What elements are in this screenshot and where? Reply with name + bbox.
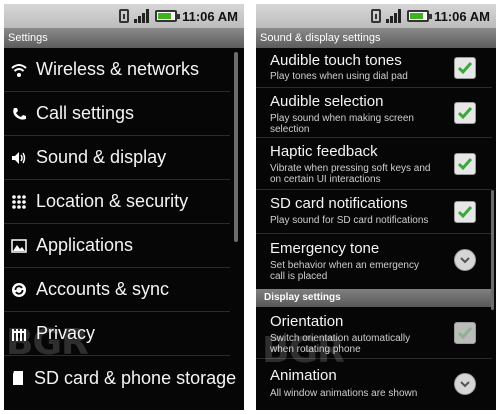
pref-sd-card-notifications[interactable]: SD card notifications Play sound for SD … — [256, 190, 492, 234]
pref-summary: Set behavior when an emergency call is p… — [270, 260, 419, 282]
watermark: BGR — [6, 322, 89, 363]
chevron-down-icon — [460, 257, 470, 264]
menu-label: SD card & phone storage — [34, 367, 237, 388]
battery-icon — [155, 10, 181, 22]
status-bar: 11:06 AM — [256, 4, 496, 28]
grid-icon — [10, 193, 28, 211]
menu-label: Wireless & networks — [36, 59, 200, 79]
page-title: Sound & display settings — [256, 28, 496, 48]
menu-label: Call settings — [36, 103, 135, 123]
menu-label: Accounts & sync — [36, 279, 170, 299]
pref-summary: Vibrate when pressing soft keys and on c… — [270, 163, 431, 185]
menu-item-applications[interactable]: Applications — [4, 224, 230, 268]
menu-label: Applications — [36, 235, 134, 255]
menu-item-wireless-networks[interactable]: Wireless & networks — [4, 48, 230, 92]
checkmark-icon — [457, 107, 473, 120]
pref-title: Haptic feedback — [270, 143, 378, 160]
checkmark-icon — [457, 206, 473, 219]
phone-icon — [10, 105, 28, 123]
sd-card-notifications-checkbox[interactable] — [454, 201, 476, 223]
applications-icon — [10, 237, 28, 255]
pref-summary: Play sound when making screen selection — [270, 113, 414, 135]
orientation-checkbox[interactable] — [454, 322, 476, 344]
status-time: 11:06 AM — [434, 8, 490, 24]
checkmark-icon — [457, 158, 473, 171]
pref-haptic-feedback[interactable]: Haptic feedback Vibrate when pressing so… — [256, 138, 492, 190]
sound-display-settings-screen: 11:06 AM Sound & display settings Audibl… — [256, 4, 496, 410]
animation-dropdown-button[interactable] — [454, 373, 476, 395]
watermark: BGR — [262, 330, 345, 371]
pref-title: SD card notifications — [270, 195, 408, 212]
menu-item-location-security[interactable]: Location & security — [4, 180, 230, 224]
speaker-icon — [10, 149, 28, 167]
page-title: Settings — [4, 28, 244, 48]
status-bar: 11:06 AM — [4, 4, 244, 28]
menu-item-call-settings[interactable]: Call settings — [4, 92, 230, 136]
pref-summary: Play tones when using dial pad — [270, 71, 408, 82]
pref-summary: All window animations are shown — [270, 388, 418, 399]
haptic-feedback-checkbox[interactable] — [454, 153, 476, 175]
pref-title: Audible touch tones — [270, 52, 402, 69]
menu-item-accounts-sync[interactable]: Accounts & sync — [4, 268, 230, 312]
chevron-down-icon — [460, 381, 470, 388]
checkmark-icon — [457, 62, 473, 75]
usb-icon — [371, 9, 382, 23]
emergency-tone-dropdown-button[interactable] — [454, 249, 476, 271]
pref-audible-selection[interactable]: Audible selection Play sound when making… — [256, 88, 492, 138]
menu-label: Sound & display — [36, 147, 167, 167]
pref-emergency-tone[interactable]: Emergency tone Set behavior when an emer… — [256, 234, 492, 289]
sd-card-icon — [10, 369, 26, 387]
menu-item-sound-display[interactable]: Sound & display — [4, 136, 230, 180]
scrollbar[interactable] — [234, 52, 238, 242]
audible-selection-checkbox[interactable] — [454, 102, 476, 124]
usb-icon — [119, 9, 130, 23]
pref-audible-touch-tones[interactable]: Audible touch tones Play tones when usin… — [256, 48, 492, 88]
battery-icon — [407, 10, 433, 22]
audible-touch-tones-checkbox[interactable] — [454, 57, 476, 79]
signal-icon — [134, 9, 150, 23]
menu-label: Location & security — [36, 191, 189, 211]
pref-title: Audible selection — [270, 93, 384, 110]
sync-icon — [10, 281, 28, 299]
section-header-display-settings: Display settings — [256, 289, 492, 307]
status-time: 11:06 AM — [182, 8, 238, 24]
pref-summary: Play sound for SD card notifications — [270, 215, 429, 226]
wifi-icon — [10, 61, 28, 79]
pref-title: Emergency tone — [270, 240, 380, 257]
settings-screen: 11:06 AM Settings Wireless & networks Ca… — [4, 4, 244, 410]
signal-icon — [386, 9, 402, 23]
pref-title: Orientation — [270, 313, 344, 330]
scrollbar[interactable] — [491, 190, 494, 310]
checkmark-icon — [457, 327, 473, 340]
